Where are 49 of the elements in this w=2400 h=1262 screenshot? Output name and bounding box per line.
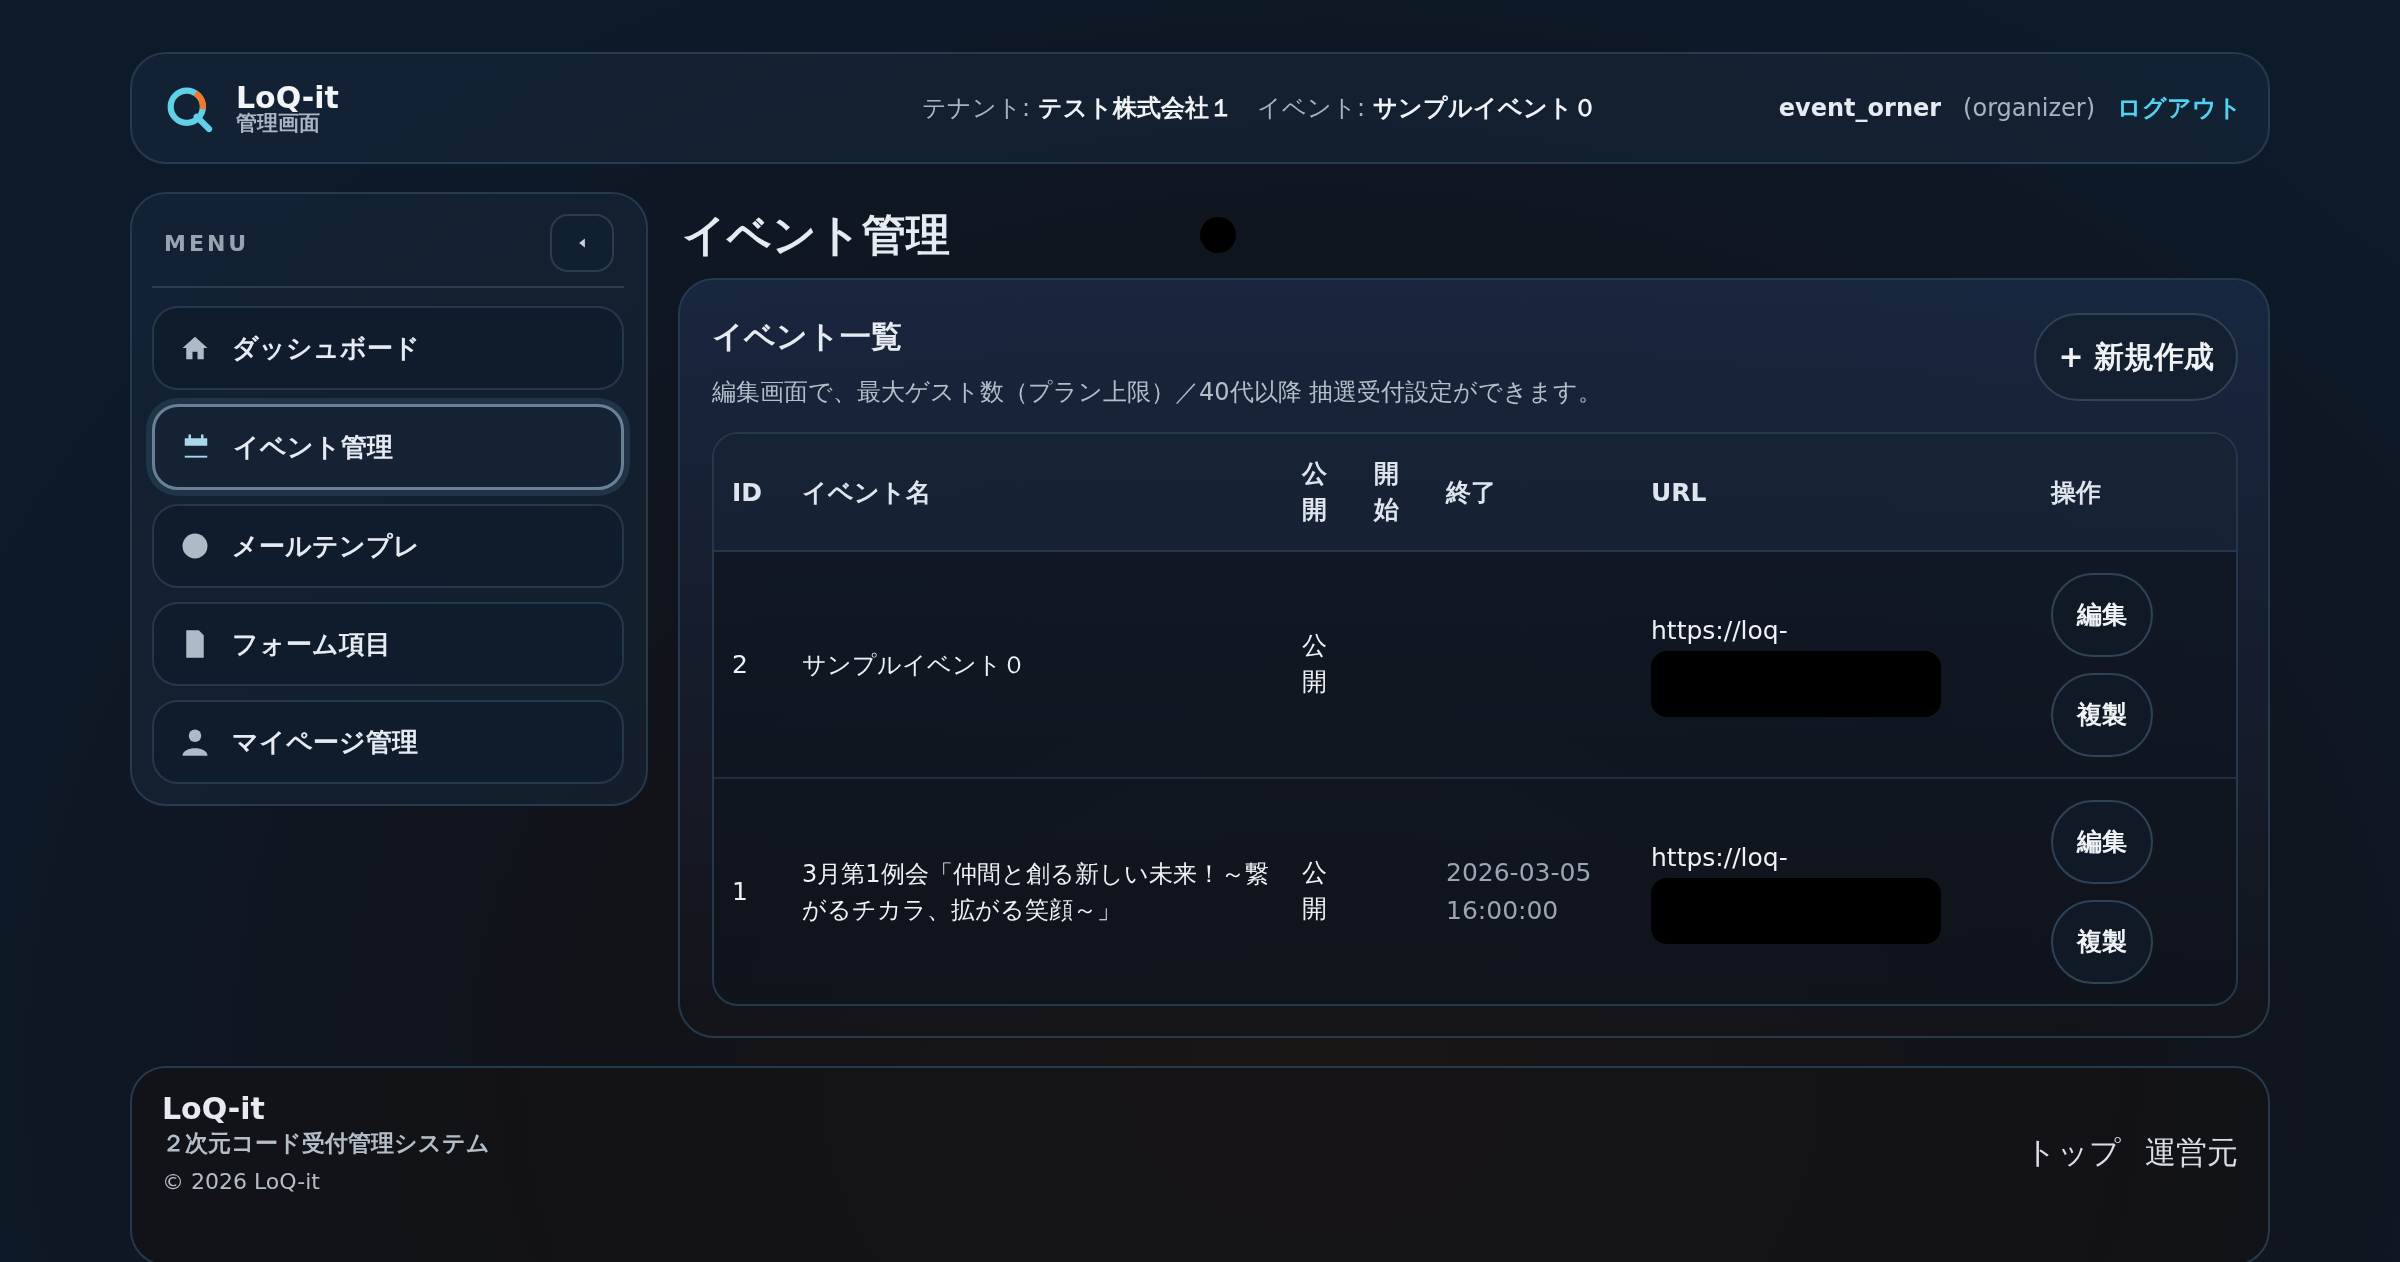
url-text: https://loq- <box>1651 614 1789 647</box>
panel-title: イベント一覧 <box>712 317 903 356</box>
sidebar-item[interactable]: マイページ管理 <box>152 700 624 784</box>
action-button[interactable]: 編集 <box>2051 572 2153 657</box>
footer-link[interactable]: 運営元 <box>2145 1132 2238 1174</box>
action-button[interactable]: 複製 <box>2051 672 2153 757</box>
table-cell-text: 公開 <box>1302 857 1327 926</box>
column-header: 終了 <box>1436 434 1641 551</box>
footer-link[interactable]: トップ <box>2025 1132 2121 1174</box>
menu-heading: MENU <box>164 230 250 256</box>
circle-icon <box>180 531 210 561</box>
action-button[interactable]: 編集 <box>2051 799 2153 884</box>
context-value: サンプルイベント０ <box>1373 93 1598 124</box>
triangle-left-icon <box>578 237 586 249</box>
column-header: 開始 <box>1374 457 1399 526</box>
url-text: https://loq- <box>1651 841 1789 874</box>
column-header: ID <box>714 434 792 551</box>
app-subtitle: 管理画面 <box>236 112 320 134</box>
column-header: イベント名 <box>792 434 1292 551</box>
table-cell: 2 <box>732 649 748 679</box>
column-header: 操作 <box>2041 434 2236 551</box>
sidebar-item[interactable]: イベント管理 <box>152 404 624 490</box>
footer-brand: LoQ-it <box>162 1094 266 1124</box>
person-icon <box>180 727 210 757</box>
column-header: URL <box>1641 434 2041 551</box>
table-cell: 1 <box>732 876 748 906</box>
round-mark <box>1200 217 1236 253</box>
table-cell: サンプルイベント０ <box>802 650 1026 679</box>
app-name: LoQ-it <box>236 82 339 113</box>
page-title: イベント管理 <box>682 207 950 262</box>
sidebar-item[interactable]: メールテンプレ <box>152 504 624 588</box>
context-label: イベント: <box>1257 93 1366 124</box>
panel-description: 編集画面で、最大ゲスト数（プラン上限）／40代以降 抽選受付設定ができます。 <box>712 377 1603 408</box>
new-button[interactable]: + 新規作成 <box>2034 313 2238 401</box>
column-header: 公開 <box>1302 457 1327 526</box>
context-value: テスト株式会社１ <box>1038 93 1234 124</box>
sidebar-item[interactable]: フォーム項目 <box>152 602 624 686</box>
user-role: (organizer) <box>1963 94 2095 122</box>
table-cell-text: 公開 <box>1302 630 1327 699</box>
context-label: テナント: <box>922 93 1031 124</box>
table-cell: 2026-03-05 16:00:00 <box>1446 858 1592 925</box>
collapse-button[interactable] <box>550 214 614 272</box>
footer-tagline: ２次元コード受付管理システム <box>162 1129 490 1158</box>
sidebar-item[interactable]: ダッシュボード <box>152 306 624 390</box>
action-button[interactable]: 複製 <box>2051 899 2153 984</box>
table-cell: 3月第1例会「仲間と創る新しい未来！～繋がるチカラ、拡がる笑顔～」 <box>802 859 1269 924</box>
user-name: event_orner <box>1778 94 1942 122</box>
logout-link[interactable]: ログアウト <box>2117 92 2242 124</box>
copyright: © 2026 LoQ-it <box>162 1169 321 1194</box>
